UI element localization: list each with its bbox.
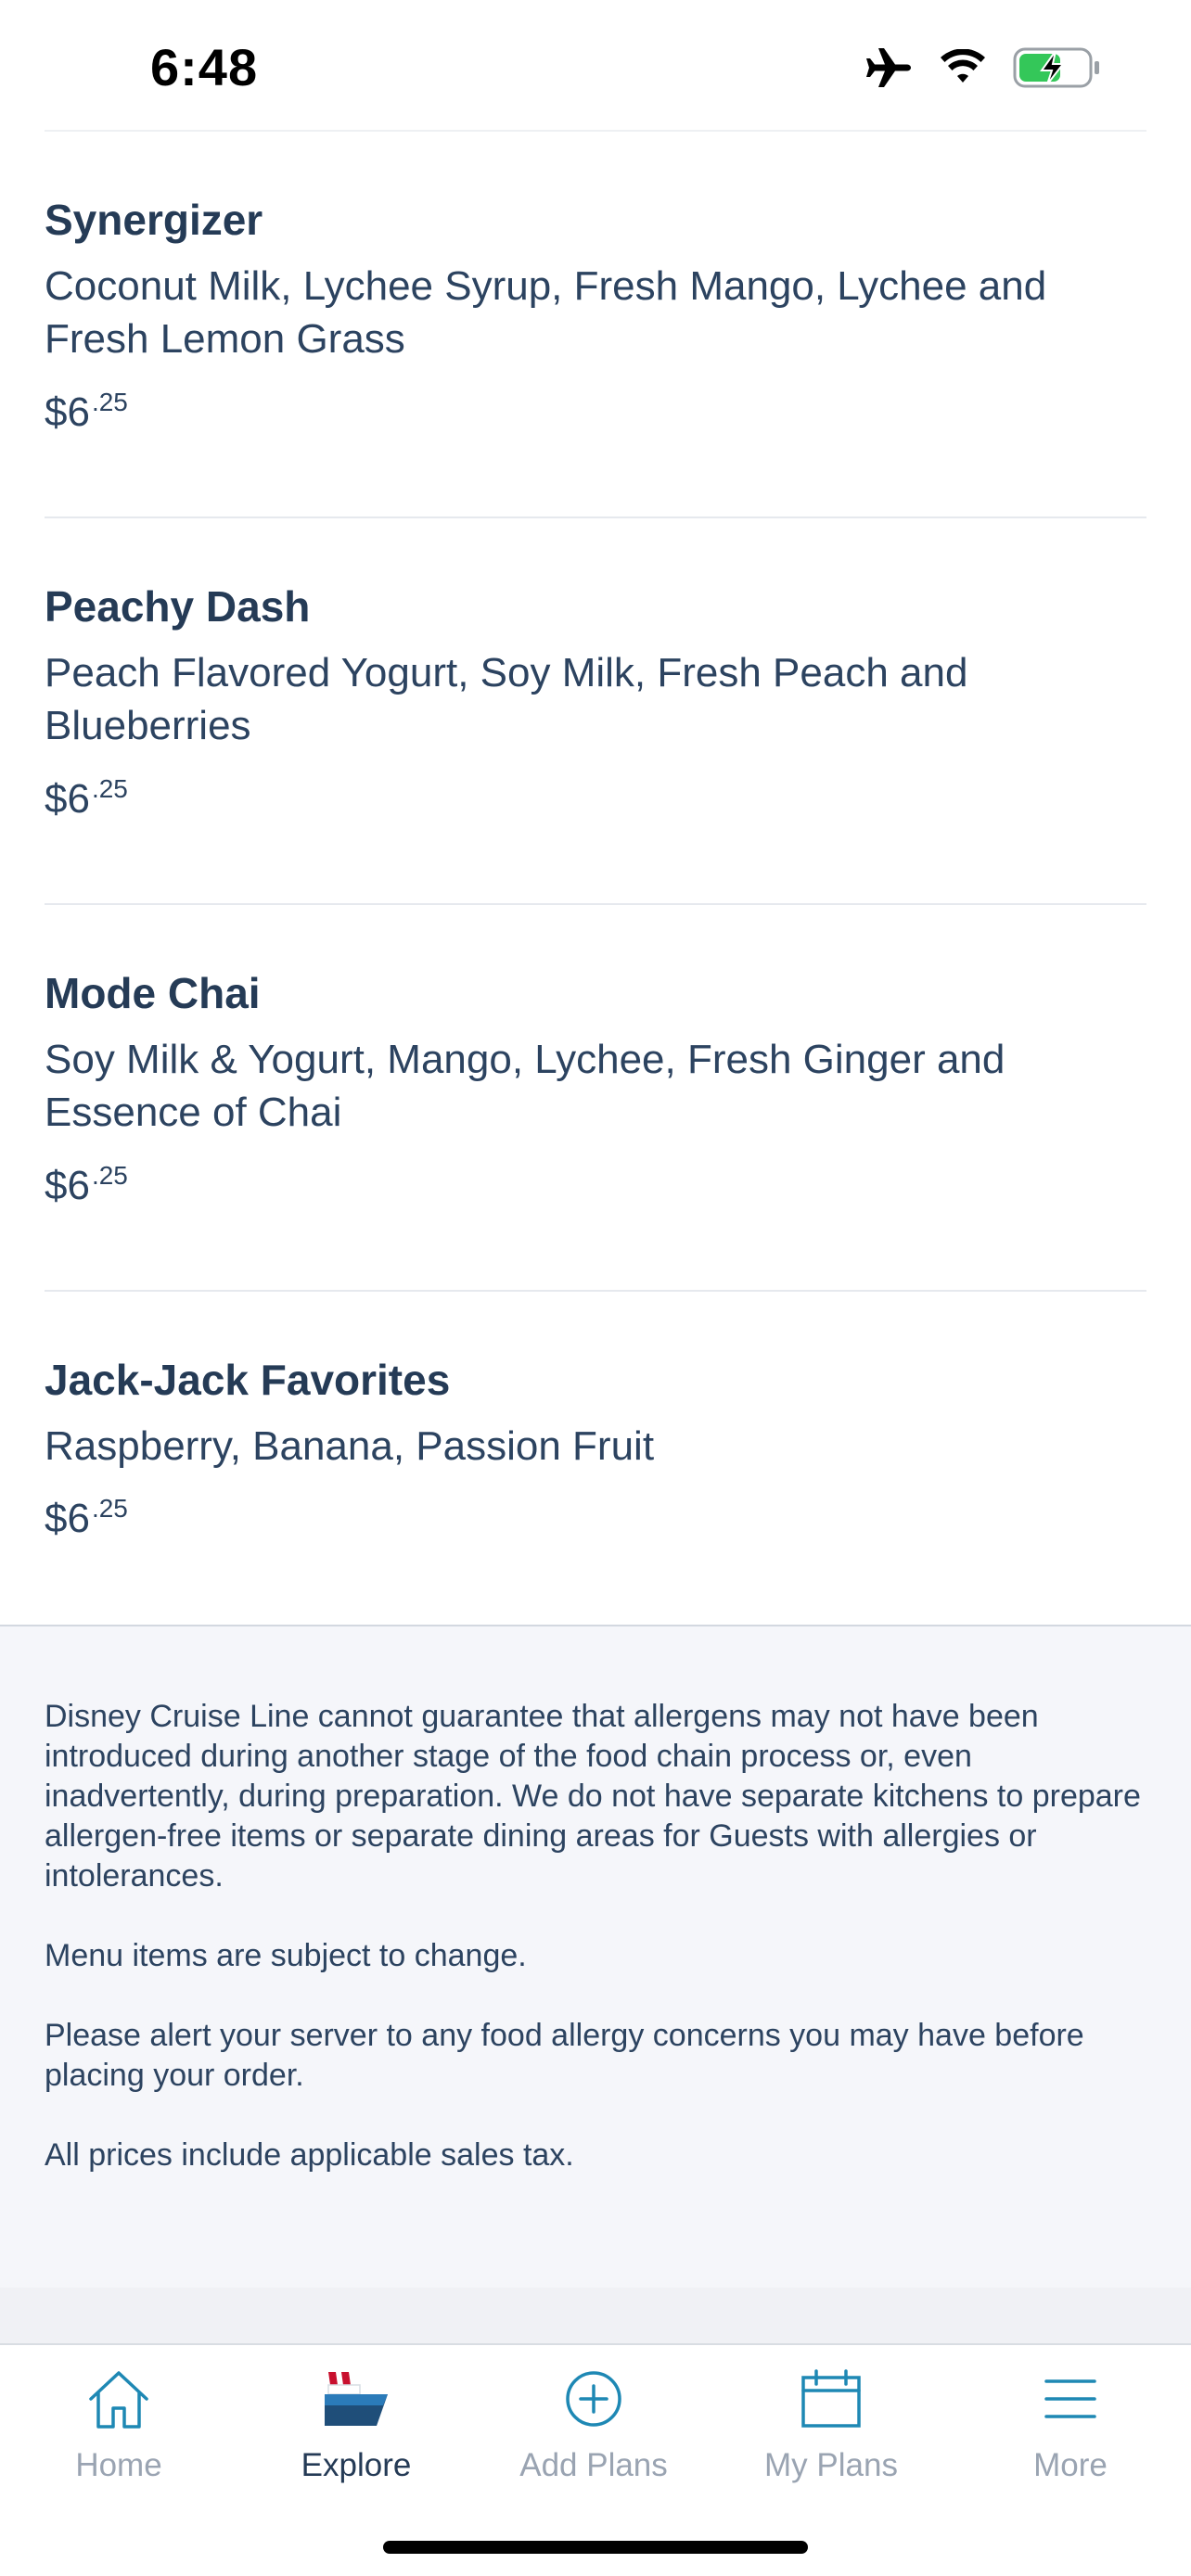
menu-item[interactable]: Jack-Jack Favorites Raspberry, Banana, P…	[0, 1292, 1191, 1625]
tab-label: More	[1033, 2447, 1108, 2483]
content-footer-band	[0, 2288, 1191, 2343]
price-cents: .25	[91, 774, 128, 803]
battery-charging-icon	[1013, 47, 1099, 88]
menu-list: Synergizer Coconut Milk, Lychee Syrup, F…	[0, 132, 1191, 1625]
item-description: Peach Flavored Yogurt, Soy Milk, Fresh P…	[45, 650, 968, 748]
disclaimer-section: Disney Cruise Line cannot guarantee that…	[0, 1625, 1191, 2288]
price-dollars: $6	[45, 776, 90, 822]
calendar-icon	[800, 2366, 863, 2432]
allergy-alert-notice: Please alert your server to any food all…	[45, 2018, 1084, 2093]
home-indicator[interactable]	[383, 2541, 808, 2554]
allergen-disclaimer: Disney Cruise Line cannot guarantee that…	[45, 1699, 1141, 1894]
tax-notice: All prices include applicable sales tax.	[45, 2137, 574, 2173]
status-bar: 6:48	[0, 0, 1191, 132]
airplane-icon	[866, 48, 911, 87]
item-price: $6.25	[45, 1494, 128, 1542]
tab-explore[interactable]: Explore	[237, 2345, 475, 2493]
item-price: $6.25	[45, 774, 128, 823]
tab-add-plans[interactable]: Add Plans	[475, 2345, 712, 2493]
price-dollars: $6	[45, 1496, 90, 1541]
menu-icon	[1043, 2366, 1098, 2432]
item-description: Raspberry, Banana, Passion Fruit	[45, 1423, 655, 1469]
menu-item[interactable]: Mode Chai Soy Milk & Yogurt, Mango, Lych…	[0, 905, 1191, 1292]
tab-label: My Plans	[764, 2447, 898, 2483]
menu-change-notice: Menu items are subject to change.	[45, 1938, 527, 1973]
price-dollars: $6	[45, 1163, 90, 1208]
price-cents: .25	[91, 388, 128, 416]
tab-my-plans[interactable]: My Plans	[712, 2345, 950, 2493]
tab-label: Explore	[301, 2447, 412, 2483]
item-description: Soy Milk & Yogurt, Mango, Lychee, Fresh …	[45, 1037, 1005, 1135]
item-name: Mode Chai	[45, 969, 261, 1017]
item-name: Synergizer	[45, 196, 263, 244]
tab-label: Home	[75, 2447, 162, 2483]
price-cents: .25	[91, 1161, 128, 1190]
item-name: Jack-Jack Favorites	[45, 1356, 451, 1404]
item-description: Coconut Milk, Lychee Syrup, Fresh Mango,…	[45, 263, 1047, 362]
tab-label: Add Plans	[519, 2447, 668, 2483]
add-circle-icon	[564, 2366, 623, 2432]
menu-item[interactable]: Peachy Dash Peach Flavored Yogurt, Soy M…	[0, 518, 1191, 905]
price-cents: .25	[91, 1494, 128, 1523]
status-icons	[864, 46, 1102, 89]
status-time: 6:48	[150, 38, 259, 96]
home-icon	[86, 2366, 151, 2432]
tab-more[interactable]: More	[952, 2345, 1189, 2493]
item-price: $6.25	[45, 388, 128, 436]
menu-item[interactable]: Synergizer Coconut Milk, Lychee Syrup, F…	[0, 132, 1191, 518]
tab-home[interactable]: Home	[0, 2345, 237, 2493]
item-name: Peachy Dash	[45, 582, 311, 631]
ship-icon	[323, 2366, 390, 2432]
wifi-icon	[941, 49, 985, 83]
item-price: $6.25	[45, 1161, 128, 1209]
price-dollars: $6	[45, 389, 90, 435]
